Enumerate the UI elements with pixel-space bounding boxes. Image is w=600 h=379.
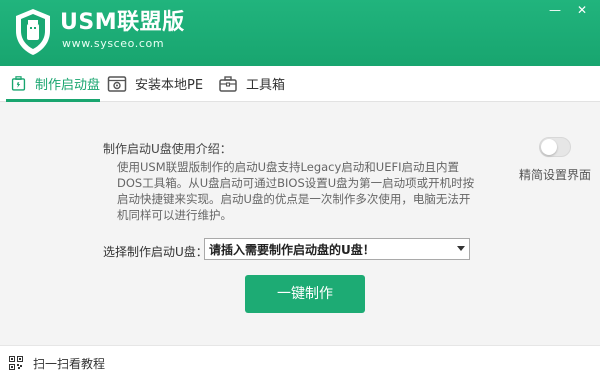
intro-title: 制作启动U盘使用介绍： xyxy=(103,142,232,156)
logo-icon xyxy=(16,9,50,55)
simplified-settings-label: 精简设置界面 xyxy=(519,168,592,182)
footer-bar: 扫一扫看教程 xyxy=(0,345,600,379)
intro-text: 使用USM联盟版制作的启动U盘支持Legacy启动和UEFI启动且内置DOS工具… xyxy=(117,160,475,222)
scan-tutorial-link[interactable]: 扫一扫看教程 xyxy=(33,355,105,372)
gear-box-icon xyxy=(107,75,127,92)
tab-label: 安装本地PE xyxy=(135,78,204,93)
one-click-make-button[interactable]: 一键制作 xyxy=(245,275,365,313)
select-usb-label: 选择制作启动U盘： xyxy=(103,245,208,259)
chevron-down-icon xyxy=(457,246,465,251)
tab-label: 工具箱 xyxy=(246,78,286,93)
app-url: www.sysceo.com xyxy=(62,37,165,50)
usb-drive-select[interactable]: 请插入需要制作启动盘的U盘！ xyxy=(204,238,470,260)
qr-code-icon[interactable] xyxy=(9,356,23,370)
tab-bar: 制作启动盘 安装本地PE 工具箱 xyxy=(0,66,600,102)
usb-drive-select-value: 请插入需要制作启动盘的U盘！ xyxy=(209,242,375,257)
tab-label: 制作启动盘 xyxy=(34,78,100,93)
simplified-settings-toggle[interactable] xyxy=(539,137,571,157)
minimize-icon[interactable]: — xyxy=(547,3,563,17)
app-header: USM联盟版 www.sysceo.com — ✕ xyxy=(0,0,600,66)
tab-make-boot-disk[interactable]: 制作启动盘 xyxy=(6,66,100,102)
usb-drive-icon xyxy=(11,75,26,91)
app-title: USM联盟版 xyxy=(60,10,185,35)
tab-install-local-pe[interactable]: 安装本地PE xyxy=(107,66,203,101)
toggle-knob xyxy=(541,139,557,155)
tab-toolbox[interactable]: 工具箱 xyxy=(218,66,285,101)
close-icon[interactable]: ✕ xyxy=(574,3,590,17)
toolbox-icon xyxy=(219,75,237,92)
